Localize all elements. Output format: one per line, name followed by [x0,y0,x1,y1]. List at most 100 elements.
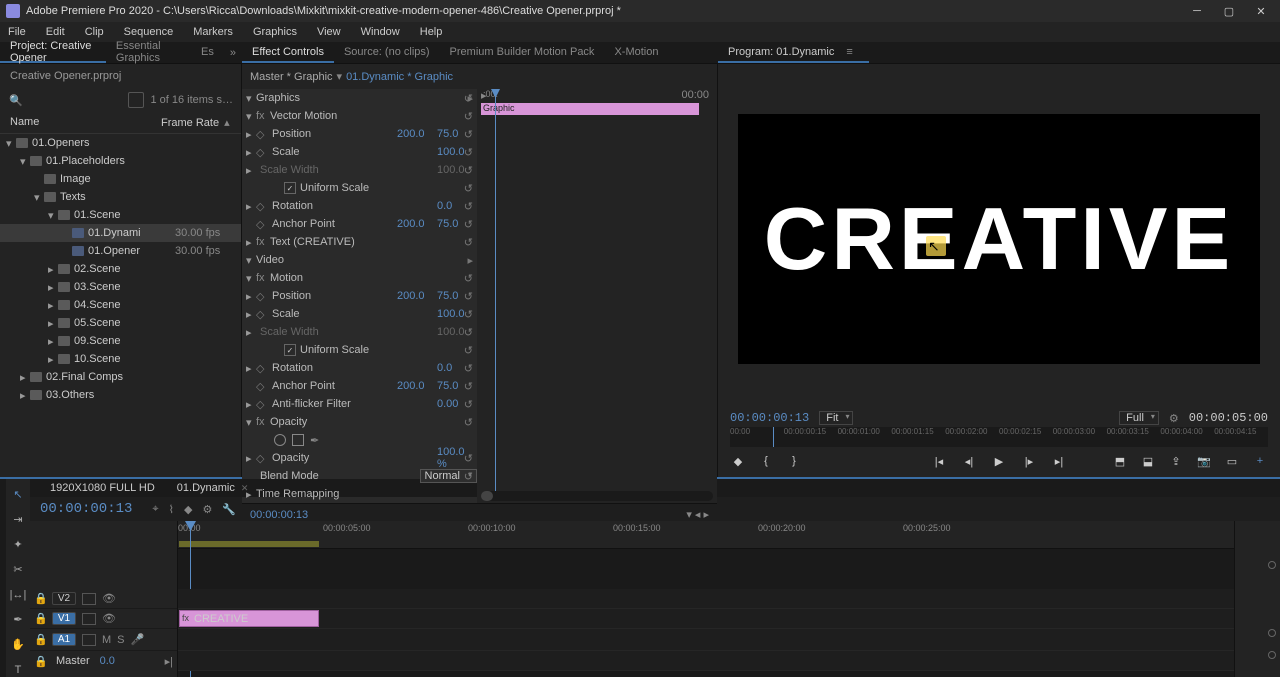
toggle-icon[interactable]: ▸ [246,236,256,249]
reset-icon[interactable]: ↺ [464,326,473,339]
stopwatch-icon[interactable]: ◇ [256,362,268,375]
menu-graphics[interactable]: Graphics [249,26,301,38]
tree-item[interactable]: Image [0,170,241,188]
eye-icon[interactable]: 👁 [102,592,116,605]
property-value[interactable]: 200.0 [397,290,437,302]
reset-icon[interactable]: ↺ [464,110,473,123]
tree-item[interactable]: ▸03.Scene [0,278,241,296]
fx-icon[interactable]: fx [256,272,270,284]
menu-edit[interactable]: Edit [42,26,69,38]
export-frame-button[interactable]: ⇪ [1168,453,1184,469]
ec-scrollbar[interactable] [481,491,493,501]
mark-in-button[interactable]: { [758,453,774,469]
tab-project-creative-opener[interactable]: Project: Creative Opener [0,42,106,63]
column-framerate[interactable]: Frame Rate ▴ [161,116,231,129]
stopwatch-icon[interactable]: ◇ [256,146,268,159]
ec-dropdown-icon[interactable]: ▾ [337,70,343,83]
stopwatch-icon[interactable]: ◇ [256,200,268,213]
tree-toggle-icon[interactable]: ▸ [48,353,58,366]
tab-premium-builder-motion-pack[interactable]: Premium Builder Motion Pack [440,42,605,63]
program-playhead[interactable] [773,427,774,447]
ec-timeline[interactable]: ▸ 00:00 :00: Graphic [477,89,717,503]
menu-file[interactable]: File [4,26,30,38]
stopwatch-icon[interactable]: ◇ [256,128,268,141]
column-name[interactable]: Name [10,116,161,129]
snap-icon[interactable]: ⌖ [152,503,158,516]
clip-creative[interactable]: fx CREATIVE [179,610,319,627]
close-button[interactable]: ✕ [1254,4,1268,18]
wrench-icon[interactable]: 🔧 [222,503,236,516]
tree-toggle-icon[interactable]: ▸ [20,389,30,402]
mark-out-button[interactable]: } [786,453,802,469]
fx-icon[interactable]: fx [256,416,270,428]
checkbox[interactable]: ✓ [284,344,296,356]
mute-button[interactable]: M [102,634,111,646]
menu-help[interactable]: Help [416,26,447,38]
add-marker-icon[interactable]: ◆ [184,503,192,516]
go-to-in-button[interactable]: |◂ [931,453,947,469]
track-label[interactable]: V1 [52,612,76,625]
tree-item[interactable]: ▸02.Final Comps [0,368,241,386]
tree-toggle-icon[interactable]: ▸ [48,335,58,348]
master-lane[interactable] [178,651,1234,671]
tree-toggle-icon[interactable]: ▾ [20,155,30,168]
lock-icon[interactable]: 🔒 [34,592,46,605]
voice-over-icon[interactable]: 🎤 [131,633,145,646]
toggle-icon[interactable]: ▸ [246,362,256,375]
mask-ellipse-icon[interactable] [274,434,286,446]
track-v2-lane[interactable] [178,589,1234,609]
timeline-tracks[interactable]: 00:0000:00:05:0000:00:10:0000:00:15:0000… [178,521,1234,677]
play-button[interactable]: ▶ [991,453,1007,469]
tree-toggle-icon[interactable]: ▾ [48,209,58,222]
track-v1-header[interactable]: 🔒 V1 👁 [30,609,177,629]
toggle-icon[interactable]: ▸ [246,164,256,177]
tab-program[interactable]: Program: 01.Dynamic ≡ [718,42,869,63]
track-a1-header[interactable]: 🔒 A1 M S 🎤 [30,629,177,651]
tree-item[interactable]: ▸10.Scene [0,350,241,368]
timeline-timecode[interactable]: 00:00:00:13 [40,501,132,517]
track-label[interactable]: V2 [52,592,76,605]
reset-icon[interactable]: ↺ [464,236,473,249]
tab-es[interactable]: Es [191,42,224,63]
reset-icon[interactable]: ↺ [464,398,473,411]
property-value[interactable]: 200.0 [397,380,437,392]
search-icon[interactable]: 🔍 [8,92,24,108]
reset-icon[interactable]: ↺ [464,470,473,483]
timeline-settings-icon[interactable]: ⚙ [202,503,212,516]
tree-item[interactable]: ▾01.Scene [0,206,241,224]
toggle-icon[interactable]: ▸ [246,290,256,303]
toggle-icon[interactable]: ▸ [246,398,256,411]
toggle-icon[interactable]: ▾ [246,110,256,123]
toggle-icon[interactable]: ▾ [246,272,256,285]
track-v1-lane[interactable]: fx CREATIVE [178,609,1234,629]
add-marker-button[interactable]: ◆ [730,453,746,469]
stopwatch-icon[interactable]: ◇ [256,398,268,411]
menu-markers[interactable]: Markers [189,26,237,38]
tree-item[interactable]: ▸09.Scene [0,332,241,350]
program-timecode[interactable]: 00:00:00:13 [730,411,809,425]
tree-toggle-icon[interactable]: ▾ [34,191,44,204]
tree-item[interactable]: ▸02.Scene [0,260,241,278]
extract-button[interactable]: ⬓ [1140,453,1156,469]
tree-toggle-icon[interactable]: ▸ [48,281,58,294]
lock-icon[interactable]: 🔒 [34,612,46,625]
close-tab-icon[interactable]: ✕ [241,483,249,494]
solo-button[interactable]: S [117,634,124,646]
minimize-button[interactable]: ─ [1190,4,1204,18]
razor-tool[interactable]: ✂ [9,562,27,577]
fx-icon[interactable]: fx [256,110,270,122]
program-viewer[interactable]: CREATIVE ↖ [738,114,1260,364]
property-value[interactable]: 200.0 [397,128,437,140]
reset-icon[interactable]: ↺ [464,416,473,429]
toggle-icon[interactable]: ▸ [246,308,256,321]
play-icon[interactable]: ▸ [467,254,473,267]
settings-icon[interactable]: ⚙ [1169,412,1179,425]
timeline-tab[interactable]: 01.Dynamic✕ [167,479,259,497]
eye-icon[interactable]: 👁 [102,612,116,625]
toggle-icon[interactable]: ▾ [246,254,256,267]
scroll-marker[interactable] [1268,561,1276,569]
master-track-header[interactable]: 🔒 Master 0.0 ▸| [30,651,177,671]
maximize-button[interactable]: ▢ [1222,4,1236,18]
stopwatch-icon[interactable]: ◇ [256,218,268,231]
tree-item[interactable]: ▸05.Scene [0,314,241,332]
